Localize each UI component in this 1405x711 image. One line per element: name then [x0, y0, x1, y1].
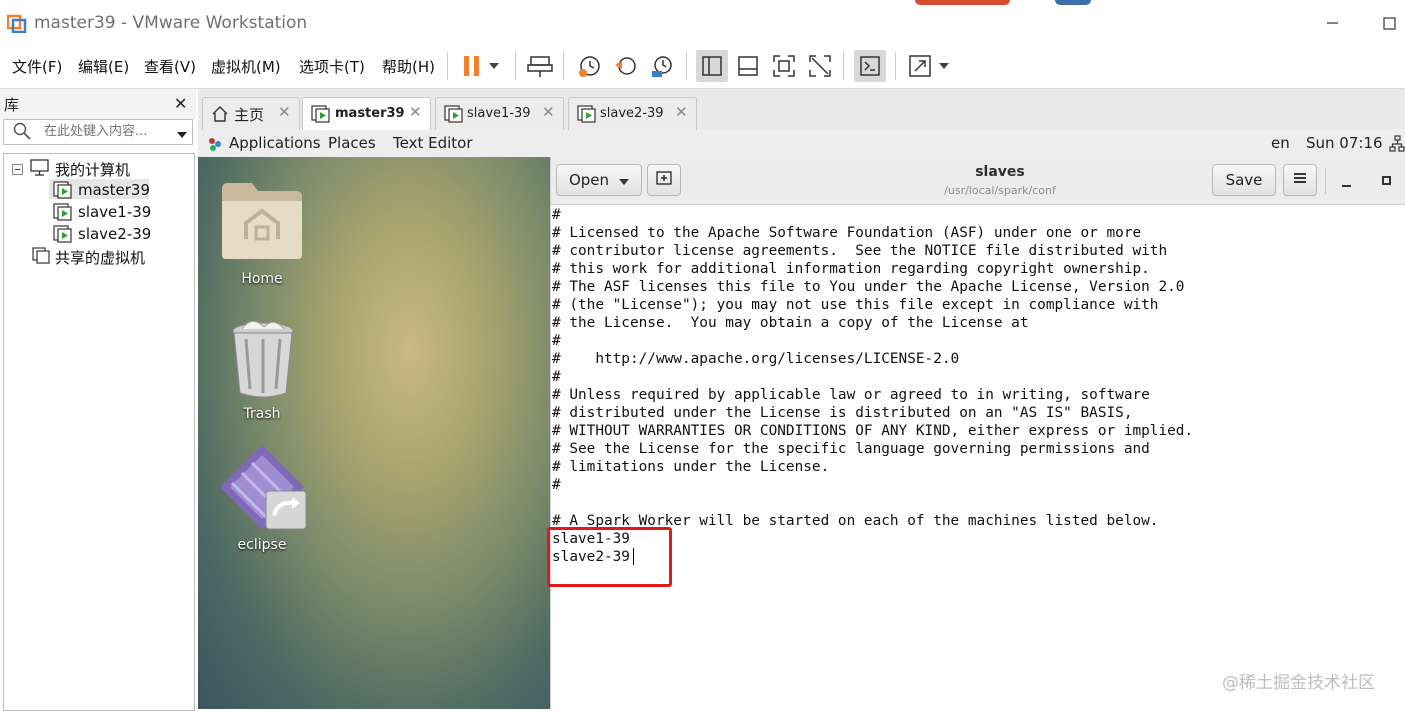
- toolbar-separator: [843, 52, 844, 80]
- chevron-down-icon[interactable]: [482, 50, 506, 82]
- vm-icon: [53, 181, 73, 203]
- tree-item-slave2-39[interactable]: slave2-39: [78, 225, 151, 243]
- gnome-places-menu[interactable]: Places: [328, 134, 376, 152]
- computer-icon: [30, 159, 50, 181]
- tree-item-slave1-39[interactable]: slave1-39: [78, 203, 151, 221]
- vm-icon: [53, 225, 73, 247]
- close-icon[interactable]: ✕: [542, 103, 555, 121]
- new-document-icon: [655, 169, 673, 191]
- close-icon[interactable]: ✕: [409, 103, 422, 121]
- open-button[interactable]: Open: [556, 164, 642, 196]
- menu-tabs[interactable]: 选项卡(T): [299, 56, 365, 77]
- maximize-icon[interactable]: [1380, 174, 1394, 192]
- tab-label: 主页: [234, 106, 265, 124]
- library-tree: 我的计算机 master39 slave1-39 slave2-39 共享的虚拟…: [3, 153, 195, 711]
- tab-label: slave1-39: [467, 106, 531, 121]
- menu-help[interactable]: 帮助(H): [382, 56, 435, 77]
- vm-icon: [311, 105, 331, 127]
- gnome-applications-menu[interactable]: Applications: [229, 134, 321, 152]
- applications-icon: [206, 135, 224, 157]
- network-icon[interactable]: [1389, 135, 1405, 157]
- close-icon[interactable]: ✕: [278, 103, 291, 121]
- home-icon: [211, 105, 229, 127]
- text-editor-content[interactable]: # # Licensed to the Apache Software Foun…: [552, 206, 1405, 709]
- document-title: slaves: [975, 164, 1025, 180]
- library-header: [0, 89, 196, 119]
- trash-icon[interactable]: [228, 317, 298, 403]
- library-search[interactable]: [3, 119, 193, 145]
- search-input[interactable]: [44, 122, 164, 140]
- menu-view[interactable]: 查看(V): [144, 56, 196, 77]
- toolbar-separator: [563, 52, 564, 80]
- hamburger-menu-button[interactable]: [1283, 164, 1317, 196]
- header-separator: [1325, 168, 1326, 194]
- menu-file[interactable]: 文件(F): [12, 56, 62, 77]
- document-path: /usr/local/spark/conf: [944, 184, 1056, 197]
- snapshot-icon[interactable]: [574, 50, 606, 82]
- annotation-highlight-box: [547, 527, 672, 587]
- chevron-down-icon[interactable]: [176, 127, 188, 143]
- library-title: 库: [4, 96, 20, 114]
- taskbar-fragment: [1055, 0, 1091, 5]
- vm-icon: [444, 105, 464, 127]
- window-title: master39 - VMware Workstation: [34, 13, 308, 33]
- tab-label: slave2-39: [600, 106, 664, 121]
- menu-vm[interactable]: 虚拟机(M): [211, 56, 281, 77]
- watermark: @稀土掘金技术社区: [1222, 673, 1375, 693]
- new-document-button[interactable]: [647, 164, 681, 196]
- full-screen-icon[interactable]: [768, 50, 800, 82]
- gnome-clock[interactable]: Sun 07:16: [1306, 134, 1383, 152]
- chevron-down-icon: [619, 171, 630, 189]
- snapshot-manager-icon[interactable]: [646, 50, 678, 82]
- shared-vms-icon: [32, 247, 52, 269]
- show-library-icon[interactable]: [696, 50, 728, 82]
- revert-snapshot-icon[interactable]: [610, 50, 642, 82]
- minimize-icon[interactable]: [1322, 12, 1342, 32]
- guest-desktop: Home Trash eclipse: [198, 157, 550, 709]
- folder-home-icon[interactable]: [218, 179, 306, 267]
- chevron-down-icon[interactable]: [932, 50, 956, 82]
- close-icon[interactable]: ✕: [675, 103, 688, 121]
- desktop-label-eclipse: eclipse: [237, 537, 287, 553]
- desktop-label-home: Home: [241, 271, 283, 287]
- close-icon[interactable]: ✕: [174, 94, 187, 113]
- vm-icon: [577, 105, 597, 127]
- send-keys-icon[interactable]: [524, 50, 556, 82]
- tree-item-master39[interactable]: master39: [78, 181, 150, 199]
- open-button-label: Open: [568, 171, 610, 189]
- unity-icon[interactable]: [804, 50, 836, 82]
- tab-label: master39: [335, 106, 405, 121]
- toolbar-separator: [447, 52, 448, 80]
- search-icon: [12, 121, 32, 145]
- tab-slave1-39[interactable]: slave1-39 ✕: [435, 97, 564, 130]
- gnome-top-bar: [198, 130, 1405, 158]
- hamburger-menu-icon: [1293, 171, 1307, 189]
- collapse-icon[interactable]: [12, 163, 23, 179]
- toolbar-separator: [895, 52, 896, 80]
- toolbar-separator: [686, 52, 687, 80]
- eclipse-icon[interactable]: [218, 443, 310, 539]
- maximize-icon[interactable]: [1378, 12, 1400, 34]
- desktop-label-trash: Trash: [243, 406, 281, 422]
- tab-slave2-39[interactable]: slave2-39 ✕: [568, 97, 697, 130]
- vmware-logo-icon: [6, 13, 27, 34]
- save-button[interactable]: Save: [1212, 164, 1276, 196]
- tab-master39[interactable]: master39 ✕: [302, 97, 431, 130]
- gnome-app-menu[interactable]: Text Editor: [393, 134, 473, 152]
- minimize-icon[interactable]: [1340, 176, 1354, 194]
- menu-edit[interactable]: 编辑(E): [78, 56, 129, 77]
- toolbar-separator: [515, 52, 516, 80]
- console-icon[interactable]: [854, 50, 886, 82]
- tree-item-shared-vms[interactable]: 共享的虚拟机: [55, 247, 145, 268]
- tab-home[interactable]: 主页 ✕: [202, 97, 300, 130]
- vm-icon: [53, 203, 73, 225]
- thumbnail-bar-icon[interactable]: [732, 50, 764, 82]
- taskbar-fragment: [915, 0, 1010, 5]
- gnome-input-language[interactable]: en: [1271, 134, 1290, 152]
- tree-item-my-computer[interactable]: 我的计算机: [55, 159, 130, 180]
